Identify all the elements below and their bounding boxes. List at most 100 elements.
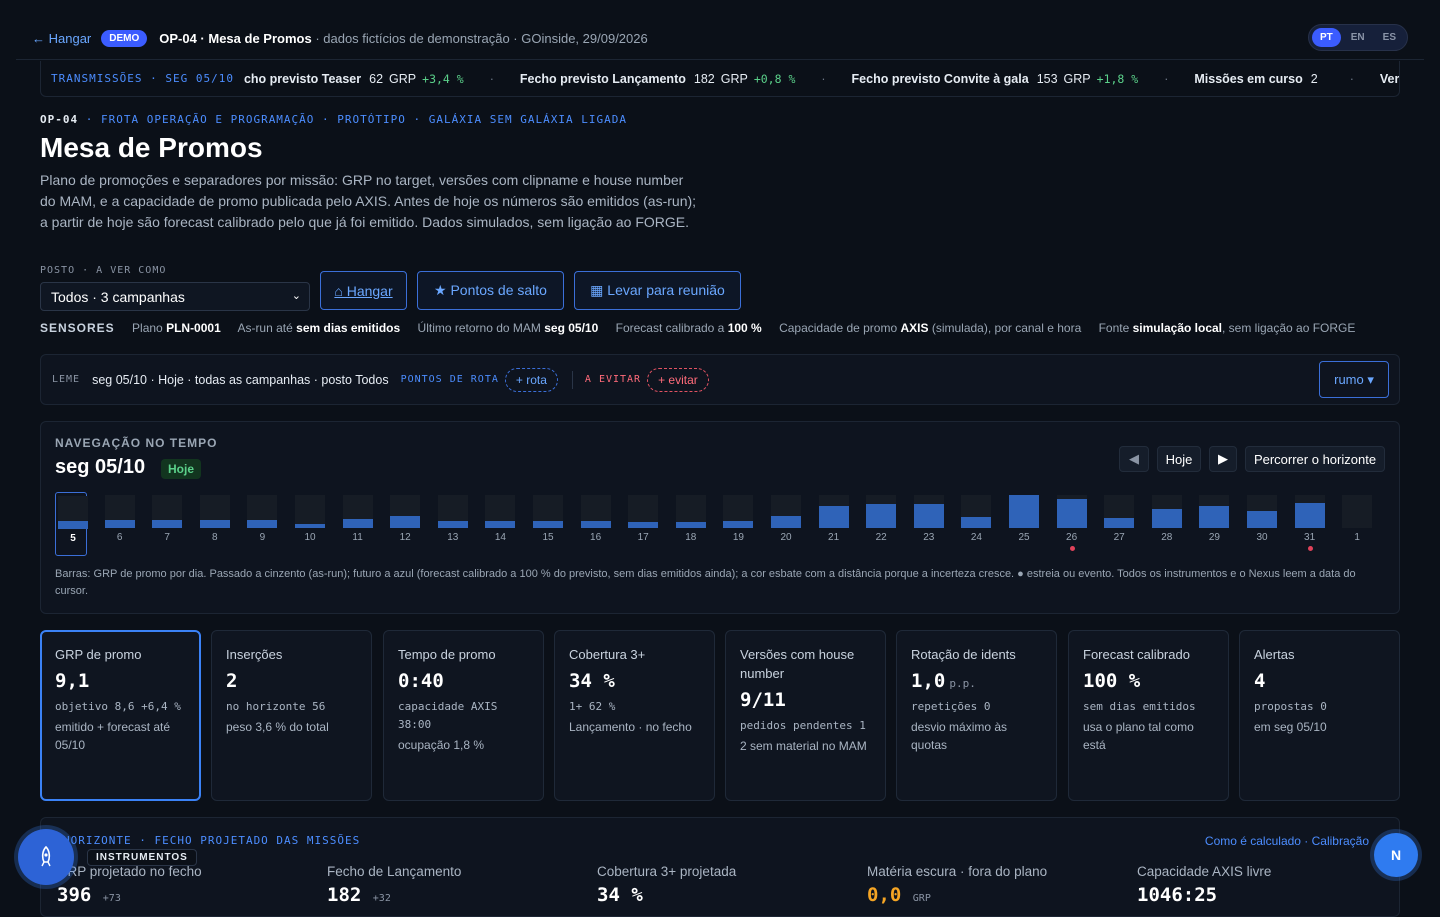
ticker-item-unit: GRP — [389, 71, 417, 86]
bar-fill — [723, 520, 754, 528]
day-bar[interactable]: 10 — [293, 492, 325, 554]
kpi-card[interactable]: GRP de promo 9,1 objetivo 8,6 +6,4 % emitid… — [40, 630, 201, 801]
day-label: 18 — [685, 532, 697, 543]
kpi-meta: 1+ 62 % — [569, 700, 616, 713]
kpi-card[interactable]: Inserções 2 no horizonte 56 peso 3,6 % do t… — [211, 630, 372, 801]
rumo-dropdown[interactable]: rumo ▾ — [1319, 361, 1389, 398]
day-bar[interactable]: 18 — [674, 492, 706, 554]
kpi-title: Versões com house number — [740, 647, 855, 681]
ticker-item-num: 153 — [1036, 71, 1058, 86]
ticker-item-delta: +1,8 % — [1096, 71, 1139, 86]
kpi-card[interactable]: Forecast calibrado 100 % sem dias emitidos… — [1068, 630, 1229, 801]
day-bar[interactable]: 7 — [150, 492, 183, 554]
day-bar[interactable]: 13 — [436, 492, 468, 554]
day-bar[interactable]: 14 — [483, 492, 516, 554]
prev-day-button[interactable]: ◀ — [1119, 446, 1149, 472]
ticker-item-name: Missões em curso — [1194, 71, 1303, 86]
day-bar[interactable]: 6 — [103, 492, 135, 554]
timeline-note: Barras: GRP de promo por dia. Passado a … — [55, 568, 1356, 597]
nexus-button[interactable]: N — [1374, 833, 1418, 877]
lang-en[interactable]: EN — [1343, 28, 1373, 47]
day-label: 23 — [923, 532, 935, 543]
kpi-card[interactable]: Versões com house number 9/11 pedidos pend… — [725, 630, 886, 801]
day-bar[interactable]: 30 — [1245, 492, 1277, 554]
day-label: 8 — [212, 532, 218, 543]
kpi-card[interactable]: Rotação de idents 1,0 p.p. repetições 0 desv… — [896, 630, 1057, 801]
day-label: 29 — [1208, 532, 1220, 543]
ticker-tail: Ver — [1379, 71, 1400, 86]
bar-fill — [1151, 508, 1182, 528]
posto-select[interactable]: Todos · 3 campanhas ⌄ — [40, 282, 310, 311]
bar-fill — [58, 520, 88, 529]
day-bar[interactable]: 25 — [1007, 492, 1039, 554]
day-bar[interactable]: 20 — [769, 492, 801, 554]
day-bar[interactable]: 29 — [1197, 492, 1230, 554]
day-label: 11 — [352, 532, 363, 543]
take-to-meeting-button[interactable]: ▦ Levar para reunião — [574, 271, 741, 310]
day-bar[interactable]: 19 — [721, 492, 754, 554]
day-bar[interactable]: 1 — [1340, 492, 1373, 554]
day-label: 10 — [304, 532, 316, 543]
kpi-sub: usa o plano tal como está — [1083, 720, 1194, 752]
next-day-button[interactable]: ▶ — [1209, 446, 1237, 472]
day-bar[interactable]: 11 — [341, 492, 373, 554]
day-bar[interactable]: 23 — [912, 492, 944, 554]
day-bar[interactable]: 28 — [1150, 492, 1182, 554]
demo-badge: DEMO — [101, 30, 148, 47]
ticker-separator: · — [1349, 71, 1354, 86]
posto-selected-value: Todos · 3 campanhas — [51, 288, 185, 305]
kpi-meta: propostas 0 — [1254, 700, 1327, 713]
day-bar[interactable]: 8 — [198, 492, 230, 554]
day-bar[interactable]: 22 — [864, 492, 897, 554]
kpi-meta: sem dias emitidos — [1083, 700, 1196, 713]
ticker-separator: · — [489, 71, 494, 86]
day-label: 1 — [1354, 532, 1360, 543]
kpi-card[interactable]: Cobertura 3+ 34 % 1+ 62 % Lançamento · no f… — [554, 630, 715, 801]
jump-points-button[interactable]: ★ Pontos de salto — [417, 271, 564, 310]
ticker-item-name: Fecho previsto Lançamento — [519, 71, 686, 86]
bar-fill — [390, 516, 421, 528]
day-label: 9 — [259, 532, 266, 543]
day-bar[interactable]: 17 — [626, 492, 659, 554]
day-bar[interactable]: 21 — [817, 492, 849, 554]
sweep-horizon-button[interactable]: Percorrer o horizonte — [1245, 446, 1385, 472]
add-avoid-button[interactable]: + evitar — [647, 367, 709, 392]
kpi-value: 100 % — [1083, 670, 1141, 692]
kpi-value: 34 % — [569, 670, 615, 692]
day-bar[interactable]: 5 — [55, 492, 88, 556]
day-bar[interactable]: 24 — [959, 492, 992, 554]
kpi-card[interactable]: Tempo de promo 0:40 capacidade AXIS 38:00 o… — [383, 630, 544, 801]
avoid-label: A EVITAR — [584, 374, 642, 385]
ticker-separator: · — [821, 71, 826, 86]
day-bar[interactable]: 16 — [579, 492, 611, 554]
day-bar[interactable]: 9 — [245, 492, 278, 554]
hangar-button[interactable]: ⌂ Hangar — [320, 271, 407, 310]
day-label: 15 — [542, 532, 554, 543]
bar-fill — [1199, 506, 1230, 528]
day-bar[interactable]: 12 — [388, 492, 421, 554]
rocket-icon — [41, 846, 51, 867]
ticker-item-unit: GRP — [720, 71, 748, 86]
today-button[interactable]: Hoje — [1157, 446, 1201, 472]
back-to-hangar-link[interactable]: ← Hangar — [32, 31, 91, 46]
lang-pt[interactable]: PT — [1311, 28, 1341, 47]
ticker-item-delta: +3,4 % — [422, 71, 464, 86]
lang-es[interactable]: ES — [1375, 28, 1404, 47]
day-bar[interactable]: 15 — [531, 492, 563, 554]
kpi-value: 9/11 — [740, 689, 786, 711]
day-bar[interactable]: 31 — [1293, 492, 1325, 554]
transmissions-ticker: TRANSMISSÕES · SEG 05/10 cho previsto Te… — [40, 61, 1400, 97]
calculation-link[interactable]: Como é calculado · Calibração — [1205, 834, 1369, 848]
kpi-card[interactable]: Alertas 4 propostas 0 em seg 05/10 — [1239, 630, 1400, 801]
helm-value: seg 05/10 · Hoje · todas as campanhas · … — [92, 372, 389, 387]
horizon-metric-label: Capacidade AXIS livre — [1137, 864, 1272, 879]
day-bar[interactable]: 27 — [1102, 492, 1135, 554]
kpi-unit: p.p. — [949, 677, 976, 690]
day-bar[interactable]: 26 — [1055, 492, 1087, 554]
kpi-title: Alertas — [1254, 647, 1295, 662]
add-route-button[interactable]: + rota — [504, 367, 558, 392]
divider — [571, 370, 573, 389]
instruments-fab[interactable] — [18, 829, 74, 885]
bar-fill — [485, 520, 516, 528]
bar-fill — [533, 520, 563, 528]
